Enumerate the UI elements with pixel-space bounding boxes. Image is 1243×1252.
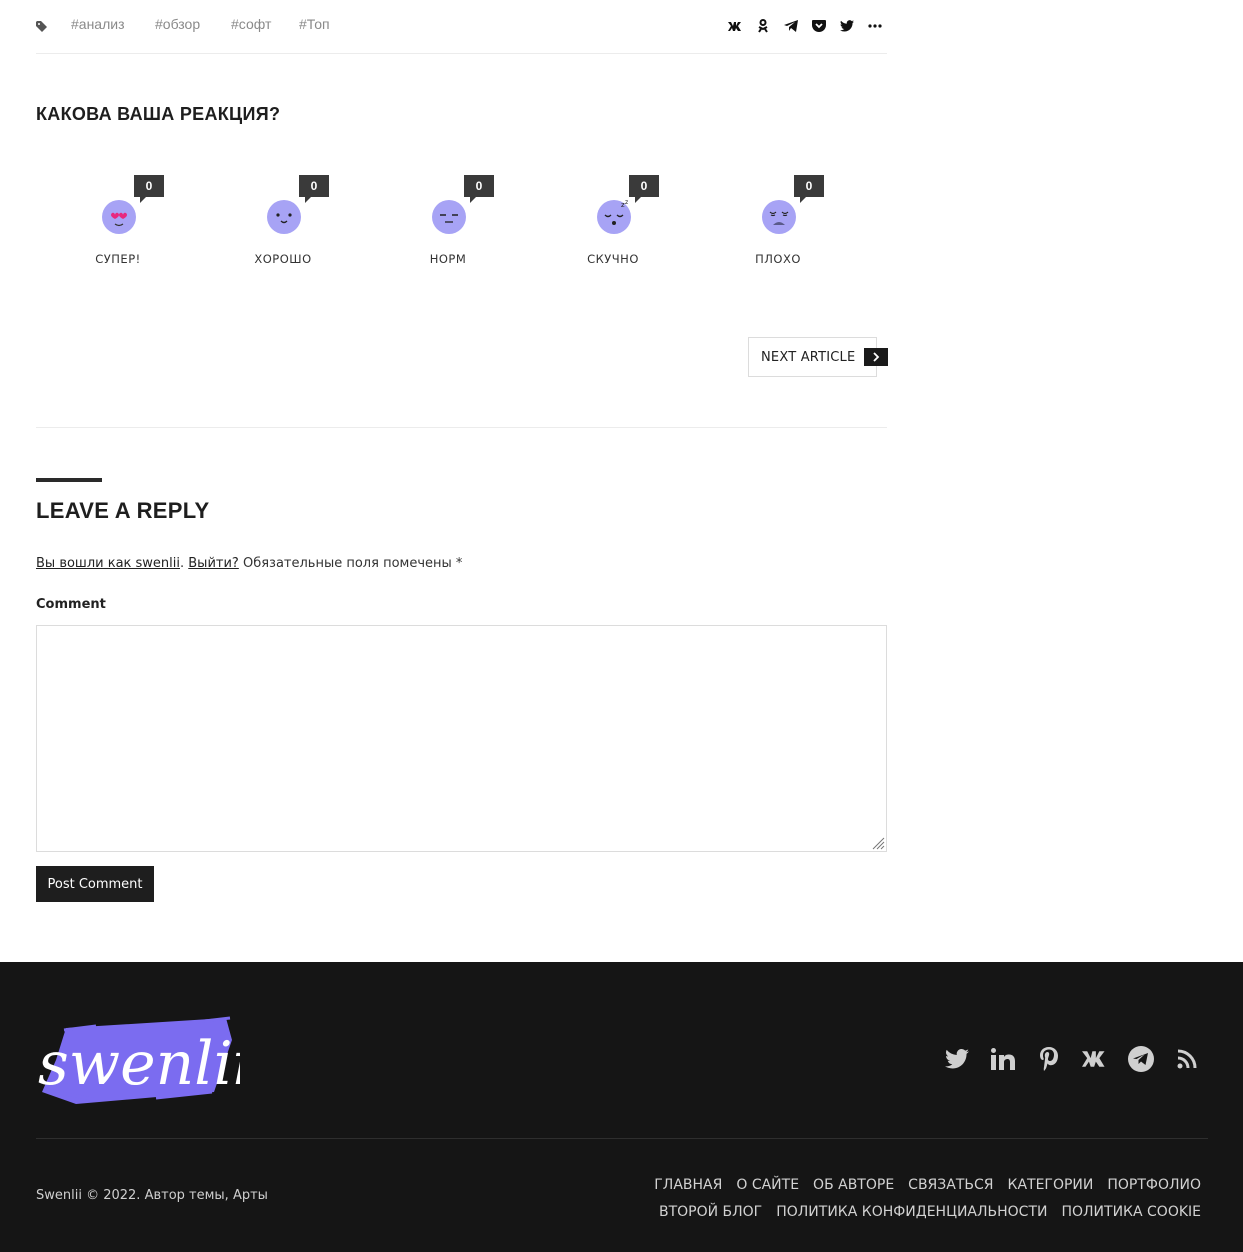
vk-icon[interactable] bbox=[1082, 1046, 1108, 1072]
pinterest-icon[interactable] bbox=[1036, 1046, 1062, 1072]
footer-nav-item[interactable]: ВТОРОЙ БЛОГ bbox=[659, 1204, 762, 1220]
required-note: Обязательные поля помечены bbox=[242, 556, 452, 571]
footer: swenlii Swenlii © 2022. Автор темы, Арты… bbox=[0, 962, 1243, 1252]
tag-link[interactable]: #анализ bbox=[71, 16, 125, 32]
twitter-icon[interactable] bbox=[944, 1046, 970, 1072]
logged-in-note: Вы вошли как swenlii. Выйти? Обязательны… bbox=[36, 556, 463, 571]
reactions: 0 СУПЕР! 0 ХОРОШО 0 НОРМ zz 0 СКУЧНО 0 П… bbox=[36, 170, 887, 280]
footer-nav-row: ВТОРОЙ БЛОГ ПОЛИТИКА КОНФИДЕНЦИАЛЬНОСТИ ПО… bbox=[601, 1199, 1201, 1226]
footer-nav-item[interactable]: ПОРТФОЛИО bbox=[1107, 1177, 1201, 1193]
reaction-count: 0 bbox=[134, 175, 164, 203]
reaction-item[interactable]: 0 НОРМ bbox=[388, 170, 508, 270]
tag-icon bbox=[36, 18, 48, 37]
required-mark: * bbox=[455, 556, 463, 571]
footer-social bbox=[944, 1046, 1200, 1072]
share-icons bbox=[727, 16, 883, 36]
profile-link[interactable]: Вы вошли как swenlii bbox=[36, 556, 180, 571]
svg-text:z: z bbox=[625, 200, 628, 206]
reaction-item[interactable]: 0 ПЛОХО bbox=[718, 170, 838, 270]
sad-face-icon bbox=[762, 200, 796, 234]
footer-nav-item[interactable]: ОБ АВТОРЕ bbox=[813, 1177, 894, 1193]
reaction-count: 0 bbox=[794, 175, 824, 203]
divider bbox=[36, 427, 887, 428]
pocket-icon[interactable] bbox=[811, 16, 827, 36]
love-face-icon bbox=[102, 200, 136, 234]
reaction-count: 0 bbox=[299, 175, 329, 203]
footer-nav-item[interactable]: О САЙТЕ bbox=[736, 1177, 799, 1193]
tag-link[interactable]: #обзор bbox=[155, 16, 200, 32]
tags-row: #анализ #обзор #софт #Топ bbox=[36, 0, 887, 54]
chevron-right-icon bbox=[864, 348, 888, 366]
tag-link[interactable]: #софт bbox=[231, 16, 271, 32]
sleepy-face-icon: zz bbox=[597, 199, 631, 234]
reaction-count: 0 bbox=[464, 175, 494, 203]
footer-nav-item[interactable]: СВЯЗАТЬСЯ bbox=[908, 1177, 993, 1193]
next-article-label: NEXT ARTICLE bbox=[761, 350, 856, 365]
footer-nav: ГЛАВНАЯ О САЙТЕ ОБ АВТОРЕ СВЯЗАТЬСЯ КАТЕГОРИ… bbox=[601, 1172, 1201, 1226]
reaction-label: ПЛОХО bbox=[755, 252, 801, 266]
reaction-item[interactable]: zz 0 СКУЧНО bbox=[553, 170, 673, 270]
reaction-title: КАКОВА ВАША РЕАКЦИЯ? bbox=[36, 104, 281, 124]
neutral-face-icon bbox=[432, 200, 466, 234]
copyright: Swenlii © 2022. Автор темы, Арты bbox=[36, 1188, 268, 1203]
odnoklassniki-icon[interactable] bbox=[755, 16, 771, 36]
site-logo[interactable]: swenlii bbox=[36, 1000, 252, 1110]
reaction-item[interactable]: 0 СУПЕР! bbox=[58, 170, 178, 270]
twitter-icon[interactable] bbox=[839, 16, 855, 36]
next-article-button[interactable]: NEXT ARTICLE bbox=[748, 337, 888, 377]
reply-title: LEAVE A REPLY bbox=[36, 498, 210, 523]
resize-handle-icon[interactable] bbox=[869, 834, 885, 850]
reaction-label: НОРМ bbox=[429, 252, 467, 266]
reaction-label: СУПЕР! bbox=[95, 252, 141, 266]
footer-nav-item[interactable]: ГЛАВНАЯ bbox=[654, 1177, 722, 1193]
comment-textarea[interactable] bbox=[36, 625, 887, 852]
footer-nav-item[interactable]: ПОЛИТИКА КОНФИДЕНЦИАЛЬНОСТИ bbox=[776, 1204, 1047, 1220]
logout-link[interactable]: Выйти? bbox=[188, 556, 239, 571]
comment-label: Comment bbox=[36, 597, 106, 612]
telegram-icon[interactable] bbox=[783, 16, 799, 36]
footer-nav-item[interactable]: КАТЕГОРИИ bbox=[1008, 1177, 1094, 1193]
rss-icon[interactable] bbox=[1174, 1046, 1200, 1072]
footer-nav-item[interactable]: ПОЛИТИКА COOKIE bbox=[1061, 1204, 1201, 1220]
logo-text: swenlii bbox=[38, 1029, 240, 1099]
more-icon[interactable] bbox=[867, 16, 883, 36]
tag-link[interactable]: #Топ bbox=[299, 16, 330, 32]
reaction-label: ХОРОШО bbox=[254, 252, 312, 266]
vk-icon[interactable] bbox=[727, 16, 743, 36]
post-comment-button[interactable]: Post Comment bbox=[36, 866, 154, 902]
reaction-item[interactable]: 0 ХОРОШО bbox=[223, 170, 343, 270]
title-accent-bar bbox=[36, 478, 102, 482]
telegram-icon[interactable] bbox=[1128, 1046, 1154, 1072]
reaction-count: 0 bbox=[629, 175, 659, 203]
footer-nav-row: ГЛАВНАЯ О САЙТЕ ОБ АВТОРЕ СВЯЗАТЬСЯ КАТЕГОРИ… bbox=[601, 1172, 1201, 1199]
footer-divider bbox=[36, 1138, 1208, 1139]
smile-face-icon bbox=[267, 200, 301, 234]
reaction-label: СКУЧНО bbox=[587, 252, 639, 266]
linkedin-icon[interactable] bbox=[990, 1046, 1016, 1072]
